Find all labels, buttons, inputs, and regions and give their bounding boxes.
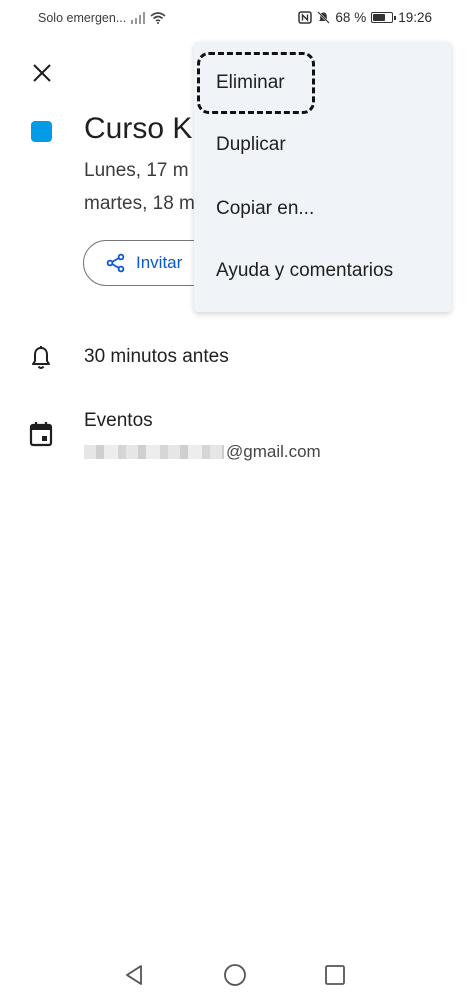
nfc-icon: [298, 11, 313, 24]
status-left: Solo emergen...: [38, 11, 166, 25]
calendar-icon: [29, 422, 53, 447]
clock: 19:26: [398, 10, 432, 25]
menu-item-copiar-en[interactable]: Copiar en...: [216, 198, 314, 220]
highlight-box: [197, 52, 315, 114]
share-icon: [106, 253, 125, 273]
redacted-email-user: [84, 445, 224, 459]
recents-button[interactable]: [320, 960, 350, 990]
event-date-line2: martes, 18 m: [84, 193, 195, 214]
status-bar: Solo emergen... 68 % 19:26: [0, 0, 470, 36]
event-color-square: [31, 121, 52, 142]
wifi-icon: [150, 12, 166, 24]
invite-label: Invitar: [136, 253, 183, 272]
navigation-bar: [0, 946, 470, 1006]
bell-icon: [32, 346, 50, 369]
carrier-text: Solo emergen...: [38, 11, 127, 25]
home-circle-icon: [224, 964, 246, 986]
menu-item-duplicar[interactable]: Duplicar: [216, 134, 286, 156]
close-icon: [33, 64, 51, 82]
home-button[interactable]: [220, 960, 250, 990]
event-title: Curso K: [84, 112, 193, 145]
back-button[interactable]: [119, 960, 149, 990]
signal-icon: [131, 12, 146, 24]
calendar-name: Eventos: [84, 410, 153, 431]
mute-bell-icon: [317, 11, 331, 24]
back-triangle-icon: [126, 965, 142, 985]
calendar-email: @gmail.com: [84, 442, 321, 462]
recents-square-icon: [325, 965, 345, 985]
battery-icon: [371, 12, 397, 23]
menu-item-ayuda[interactable]: Ayuda y comentarios: [216, 260, 393, 282]
email-domain: @gmail.com: [226, 442, 321, 461]
notification-text[interactable]: 30 minutos antes: [84, 346, 229, 368]
battery-percent: 68 %: [335, 10, 367, 25]
close-button[interactable]: [29, 60, 55, 86]
event-date-line1: Lunes, 17 m: [84, 160, 189, 181]
status-right: 68 % 19:26: [298, 10, 432, 25]
